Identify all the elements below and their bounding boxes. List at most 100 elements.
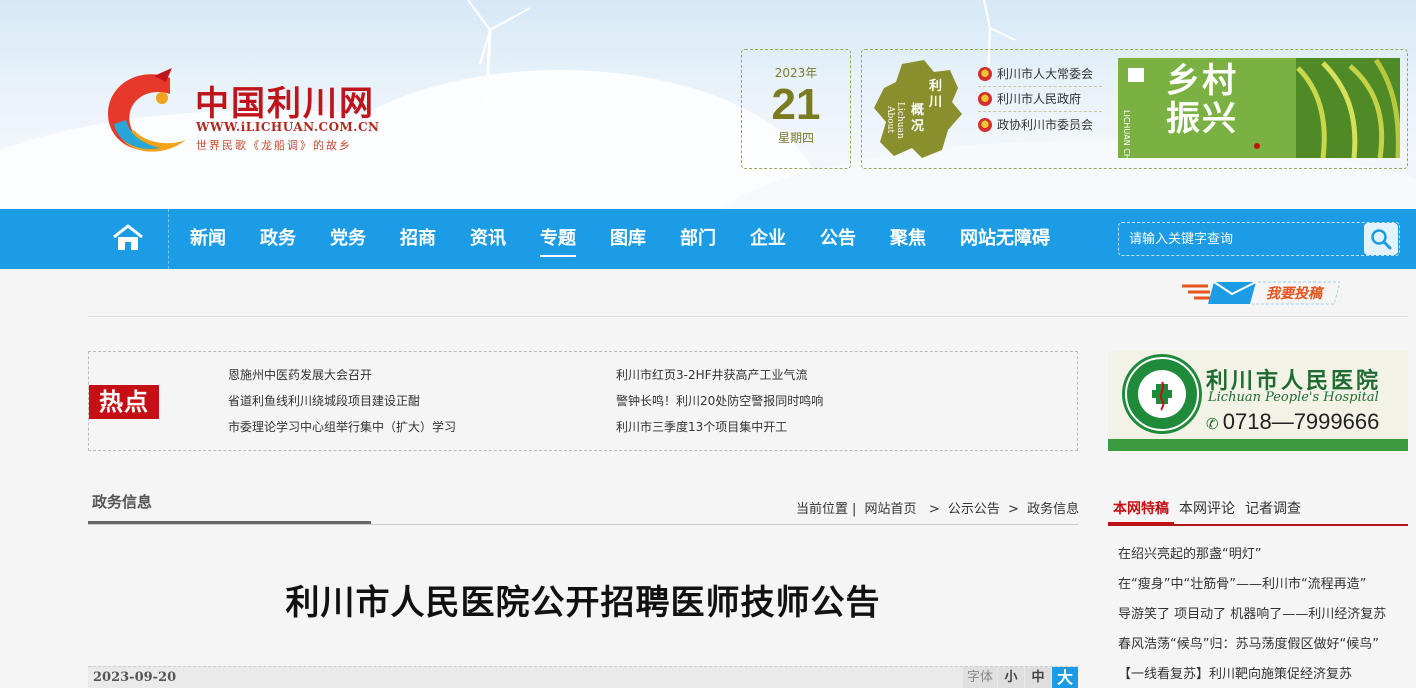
nav-item[interactable]: 聚焦 [890,209,926,269]
phone-icon: ✆ [1206,416,1223,433]
font-size-switcher: 字体 小 中 大 [962,667,1078,688]
hot-news-link[interactable]: 恩施州中医药发展大会召开 [228,364,456,390]
date-weekday: 星期四 [777,131,814,145]
article-date: 2023-09-20 [93,670,177,685]
gov-links: 利川市人大常委会 利川市人民政府 政协利川市委员会 [978,62,1102,137]
svg-text:川: 川 [928,95,942,110]
font-size-small[interactable]: 小 [998,667,1024,688]
nav-item[interactable]: 政务 [260,209,296,269]
wind-turbine-icon [467,0,531,109]
feature-list: 在绍兴亮起的那盏“明灯” 在“瘦身”中“壮筋骨”——利川市“流程再造” 导游笑了… [1118,540,1408,688]
hospital-seal-icon [1122,354,1202,434]
feature-tabs: 本网特稿 本网评论 记者调查 [1108,494,1408,526]
divider [88,316,1408,317]
breadcrumb: 当前位置 | 网站首页 > 公示公告 > 政务信息 [796,498,1083,517]
decorative-wave [1108,439,1408,451]
lichuan-overview-map[interactable]: 利 川 概 况 About Lichuan [872,58,964,162]
hot-news-link[interactable]: 利川市三季度13个项目集中开工 [616,416,823,442]
gov-link-label: 利川市人民政府 [997,92,1082,106]
search-input[interactable] [1119,223,1365,255]
nav-item[interactable]: 图库 [610,209,646,269]
tab-investigation[interactable]: 记者调查 [1240,494,1306,524]
search-box [1118,222,1400,256]
hospital-phone-number: 0718—7999666 [1222,409,1380,434]
svg-text:况: 况 [911,119,924,134]
hospital-ad[interactable]: 利川市人民医院 Lichuan People's Hospital ✆ 0718… [1108,351,1408,451]
nav-item[interactable]: 招商 [400,209,436,269]
gov-link[interactable]: 利川市人民政府 [978,87,1102,112]
dragon-logo-icon [108,68,186,152]
logo-title: 中国利川网 [195,84,375,124]
main-nav: 新闻 政务 党务 招商 资讯 专题 图库 部门 企业 公告 聚焦 网站无障碍 [0,209,1416,269]
feature-item[interactable]: 在绍兴亮起的那盏“明灯” [1118,540,1408,570]
rural-revitalization-banner[interactable]: LICHUAN CHINA 乡村振兴 [1118,58,1400,158]
search-icon [1371,229,1392,250]
gov-link[interactable]: 利川市人大常委会 [978,62,1102,87]
nav-item[interactable]: 网站无障碍 [960,209,1050,269]
logo-url: WWW.iLICHUAN.COM.CN [196,120,380,134]
nav-item[interactable]: 部门 [680,209,716,269]
search-button[interactable] [1364,223,1398,255]
breadcrumb-notices[interactable]: 公示公告 [948,502,1000,517]
hot-news-link[interactable]: 省道利鱼线利川绕城段项目建设正酣 [228,390,456,416]
feature-item[interactable]: 【一线看复苏】利川靶向施策促经济复苏 [1118,660,1408,688]
nav-menu: 新闻 政务 党务 招商 资讯 专题 图库 部门 企业 公告 聚焦 网站无障碍 [190,209,1084,269]
hot-news-link[interactable]: 市委理论学习中心组举行集中（扩大）学习 [228,416,456,442]
breadcrumb-label: 当前位置 [796,502,849,517]
nav-item[interactable]: 专题 [540,209,576,269]
nav-item[interactable]: 公告 [820,209,856,269]
font-size-label: 字体 [962,667,997,688]
nav-divider [168,209,169,269]
hot-tag: 热点 [89,385,159,419]
submit-label: 我要投稿 [1266,286,1322,302]
svg-text:利: 利 [929,78,942,94]
emblem-icon [978,117,992,132]
nav-item[interactable]: 资讯 [470,209,506,269]
gov-link-label: 利川市人大常委会 [997,67,1094,81]
font-size-large[interactable]: 大 [1052,667,1078,688]
nav-item[interactable]: 企业 [750,209,786,269]
breadcrumb-separator: > [1008,502,1019,517]
svg-text:Lichuan: Lichuan [895,102,905,139]
hot-news-column: 恩施州中医药发展大会召开 省道利鱼线利川绕城段项目建设正酣 市委理论学习中心组举… [228,364,456,442]
submit-article-button[interactable]: 我要投稿 [1180,278,1341,306]
article-title: 利川市人民医院公开招聘医师技师公告 [285,583,881,623]
tab-commentary[interactable]: 本网评论 [1174,494,1240,524]
date-box: 2023年 21 星期四 [741,49,851,169]
gov-link[interactable]: 政协利川市委员会 [978,112,1102,137]
home-icon [113,224,143,250]
lichuan-map-icon: 利 川 概 况 About Lichuan [874,60,962,158]
feature-item[interactable]: 导游笑了 项目动了 机器响了——利川经济复苏 [1118,600,1408,630]
breadcrumb-separator: | [852,502,857,517]
hot-news-column: 利川市红页3-2HF井获高产工业气流 警钟长鸣！利川20处防空警报同时鸣响 利川… [616,364,823,442]
feature-item[interactable]: 春风浩荡“候鸟”归：苏马荡度假区做好“候鸟” [1118,630,1408,660]
font-size-medium[interactable]: 中 [1025,667,1051,688]
date-day: 21 [771,80,821,129]
about-box: 利 川 概 况 About Lichuan 利川市人大常委会 利川市人民政府 政… [861,49,1408,169]
svg-text:概: 概 [911,102,924,118]
nav-item[interactable]: 新闻 [190,209,226,269]
nav-item[interactable]: 党务 [330,209,366,269]
hot-news-link[interactable]: 警钟长鸣！利川20处防空警报同时鸣响 [616,390,823,416]
emblem-icon [978,92,992,106]
hot-news-box: 热点 恩施州中医药发展大会召开 省道利鱼线利川绕城段项目建设正酣 市委理论学习中… [88,351,1078,451]
gov-link-label: 政协利川市委员会 [997,117,1094,132]
svg-text:LICHUAN CHINA: LICHUAN CHINA [1122,110,1131,158]
home-button[interactable] [110,223,146,253]
hospital-name-en: Lichuan People's Hospital [1208,390,1379,405]
tab-featured[interactable]: 本网特稿 [1108,494,1174,524]
hospital-phone: ✆ 0718—7999666 [1206,409,1379,435]
hot-news-link[interactable]: 利川市红页3-2HF井获高产工业气流 [616,364,823,390]
section-divider [88,524,1078,525]
article-meta-bar: 2023-09-20 字体 小 中 大 [88,666,1078,688]
logo-slogan: 世界民歌《龙船调》的故乡 [196,139,352,152]
rural-banner-text: 乡村振兴 [1166,61,1238,139]
breadcrumb-home[interactable]: 网站首页 [865,502,917,517]
header-banner: 中国利川网 WWW.iLICHUAN.COM.CN 世界民歌《龙船调》的故乡 2… [0,0,1416,209]
site-logo[interactable]: 中国利川网 WWW.iLICHUAN.COM.CN 世界民歌《龙船调》的故乡 [100,62,430,162]
feature-item[interactable]: 在“瘦身”中“壮筋骨”——利川市“流程再造” [1118,570,1408,600]
breadcrumb-gov-info[interactable]: 政务信息 [1027,502,1079,517]
svg-text:About: About [885,105,895,133]
date-year: 2023年 [774,66,818,80]
breadcrumb-separator: > [924,502,940,517]
